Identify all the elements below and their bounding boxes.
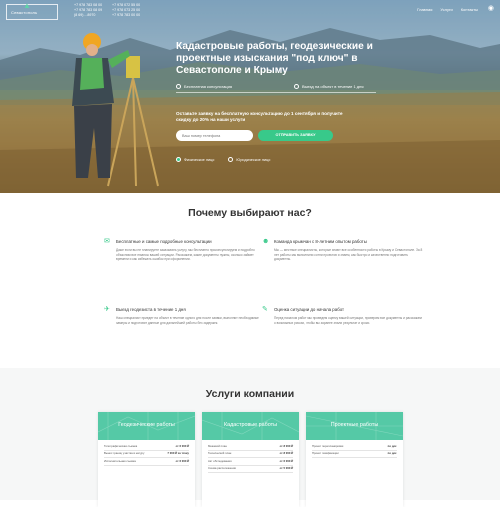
service-card-cadastral[interactable]: Кадастровые работы Межевой план от 8 000 … xyxy=(202,412,299,507)
radio-label: Физическое лицо xyxy=(184,157,215,162)
card-title: Кадастровые работы xyxy=(224,422,277,428)
price-row: Проект перепланировки по дог. xyxy=(312,444,397,452)
why-item-text: Даже если вы не планируете заказывать ус… xyxy=(116,248,255,262)
price-row: Топографическая съемка от 6 000 ₽ xyxy=(104,444,189,452)
benefit-visit: Выезд на объект в течение 1 дня xyxy=(294,84,364,89)
why-item-title: Бесплатные и самые подробные консультаци… xyxy=(116,239,212,244)
phone-number[interactable]: (8 69) ...8970 xyxy=(74,13,114,18)
radio-icon xyxy=(176,157,181,162)
client-type-radios: Физическое лицо Юридическое лицо xyxy=(176,157,270,162)
check-circle-icon xyxy=(294,84,299,89)
nav-item-services[interactable]: Услуги xyxy=(440,7,452,12)
why-item-text: Перед началом работ мы проведем оценку в… xyxy=(274,316,422,325)
card-title: Проектные работы xyxy=(330,422,379,428)
main-nav: Главная Услуги Контакты xyxy=(417,7,478,12)
service-price: по дог. xyxy=(387,451,397,456)
why-item-text: Мы — местные специалисты, которые знают … xyxy=(274,248,423,262)
phone-number[interactable]: +7 978 783 00 00 xyxy=(112,13,152,18)
card-header: Геодезические работы xyxy=(98,412,195,440)
service-name: Акт обследования xyxy=(208,458,232,463)
service-price: от 8 000 ₽ xyxy=(279,451,293,456)
price-row: Вынос границ участка в натуру 7 000 ₽ за … xyxy=(104,451,189,459)
why-title: Почему выбирают нас? xyxy=(188,207,312,219)
service-price: от 6 000 ₽ xyxy=(175,458,189,463)
service-price: от 5 000 ₽ xyxy=(279,465,293,470)
document-icon: ✎ xyxy=(262,306,268,313)
submit-request-button[interactable]: ОТПРАВИТЬ ЗАЯВКУ xyxy=(258,130,333,141)
hero-offer-text: Оставьте заявку на бесплатную консультац… xyxy=(176,111,343,122)
accessibility-eye-icon[interactable]: ◉ xyxy=(488,4,494,12)
service-price: от 6 000 ₽ xyxy=(175,444,189,449)
price-row: Технический план от 8 000 ₽ xyxy=(208,451,293,459)
service-name: Исполнительная съемка xyxy=(104,458,136,463)
check-circle-icon xyxy=(176,84,181,89)
car-icon: ✈ xyxy=(104,306,110,313)
price-row: Проект газификации по дог. xyxy=(312,451,397,459)
services-section: Услуги компании Геодезические работы Топ… xyxy=(0,368,500,507)
top-bar: ▲ Севастополь +7 978 783 08 00 +7 978 78… xyxy=(0,0,500,22)
benefit-label: Бесплатная консультация xyxy=(184,84,232,89)
benefit-consultation: Бесплатная консультация xyxy=(176,84,232,89)
service-price: по дог. xyxy=(387,444,397,449)
radio-label: Юридическое лицо xyxy=(236,157,271,162)
price-row: Акт обследования от 6 000 ₽ xyxy=(208,458,293,466)
nav-item-contacts[interactable]: Контакты xyxy=(461,7,478,12)
why-section: Почему выбирают нас? ✉ Бесплатные и самы… xyxy=(0,193,500,368)
card-header: Проектные работы xyxy=(306,412,403,440)
price-row: Исполнительная съемка от 6 000 ₽ xyxy=(104,458,189,466)
service-name: Проект газификации xyxy=(312,451,339,456)
service-name: Схема расположения xyxy=(208,465,236,470)
nav-item-home[interactable]: Главная xyxy=(417,7,432,12)
service-name: Проект перепланировки xyxy=(312,444,344,449)
logo-icon: ▲ xyxy=(23,1,31,10)
price-row: Схема расположения от 5 000 ₽ xyxy=(208,466,293,473)
radio-individual[interactable]: Физическое лицо xyxy=(176,157,214,162)
card-title: Геодезические работы xyxy=(118,422,175,428)
service-name: Топографическая съемка xyxy=(104,444,138,449)
why-item-title: Выезд геодезиста в течение 1 дня xyxy=(116,307,186,312)
phone-input[interactable] xyxy=(176,130,253,141)
service-price: 7 000 ₽ за точку xyxy=(167,451,189,456)
chat-icon: ✉ xyxy=(104,238,110,245)
service-name: Вынос границ участка в натуру xyxy=(104,451,145,456)
card-header: Кадастровые работы xyxy=(202,412,299,440)
radio-company[interactable]: Юридическое лицо xyxy=(228,157,270,162)
price-row: Межевой план от 8 000 ₽ xyxy=(208,444,293,452)
why-item-title: Оценка ситуации до начала работ xyxy=(274,307,345,312)
service-card-design[interactable]: Проектные работы Проект перепланировки по… xyxy=(306,412,403,507)
service-price: от 8 000 ₽ xyxy=(279,444,293,449)
team-icon: ☻ xyxy=(262,238,270,245)
benefit-label: Выезд на объект в течение 1 дня xyxy=(302,84,364,89)
why-item-text: Наш специалист приедет на объект в течен… xyxy=(116,316,259,325)
logo[interactable]: ▲ Севастополь xyxy=(6,1,58,20)
radio-icon xyxy=(228,157,234,162)
service-name: Технический план xyxy=(208,451,232,456)
services-title: Услуги компании xyxy=(205,388,295,400)
service-name: Межевой план xyxy=(208,444,227,449)
hero-section: ▲ Севастополь +7 978 783 08 00 +7 978 78… xyxy=(0,0,500,193)
service-price: от 6 000 ₽ xyxy=(279,458,293,463)
logo-text: Севастополь xyxy=(11,10,38,15)
service-card-geodesy[interactable]: Геодезические работы Топографическая съе… xyxy=(98,412,195,507)
divider xyxy=(176,92,376,93)
why-item-title: Команда крымчан с 8-летним опытом работы xyxy=(274,239,367,244)
hero-title: Кадастровые работы, геодезические и прое… xyxy=(176,41,373,76)
